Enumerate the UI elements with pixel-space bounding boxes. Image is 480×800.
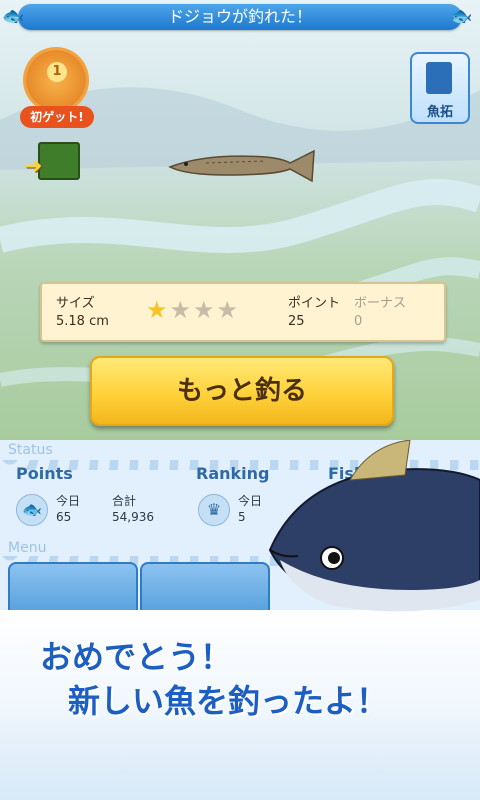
gyotaku-label: 魚拓 <box>426 105 453 120</box>
catch-title-bar: ドジョウが釣れた！ <box>18 4 462 30</box>
encyclopedia-button[interactable]: ➜ <box>24 138 80 182</box>
star-empty-icon: ★ <box>216 296 239 324</box>
size-label: サイズ <box>56 296 95 311</box>
total-label: 合計 <box>112 494 137 508</box>
rating-stars: ★★★★ <box>146 296 240 324</box>
tuna-fish-image <box>268 440 480 612</box>
fish-icon: 🐟 <box>2 6 25 27</box>
fish-more-label: もっと釣る <box>176 376 307 406</box>
total-points: 54,936 <box>112 510 154 524</box>
bonus-label: ボーナス <box>354 296 407 311</box>
star-filled-icon: ★ <box>146 296 168 324</box>
first-catch-badge: 1 初ゲット! <box>20 50 94 132</box>
today-label: 今日 <box>56 494 81 508</box>
catch-title: ドジョウが釣れた！ <box>167 7 312 26</box>
ranking-title: Ranking <box>196 464 270 483</box>
catch-info-panel: サイズ 5.18 cm ★★★★ ポイント 25 ボーナス 0 <box>40 282 446 342</box>
crown-icon: ♛ <box>198 494 230 526</box>
bottom-area <box>0 720 480 800</box>
star-empty-icon: ★ <box>193 296 215 324</box>
badge-label: 初ゲット! <box>20 106 94 128</box>
fish-icon: 🐟 <box>16 494 48 526</box>
game-screen: ドジョウが釣れた！ 🐟 🐟 1 初ゲット! ➜ 魚拓 サイズ 5.18 cm ★… <box>0 0 480 800</box>
book-icon <box>38 142 80 180</box>
congrats-line-1: おめでとう！ <box>40 638 233 676</box>
points-value: 25 <box>288 314 305 329</box>
ranking-today-value: 5 <box>238 510 246 524</box>
menu-section-title: Menu <box>8 540 47 556</box>
points-label: ポイント <box>288 296 341 311</box>
points-title: Points <box>16 464 73 483</box>
today-points: 65 <box>56 510 72 524</box>
bonus-value: 0 <box>354 314 363 329</box>
arrow-icon: ➜ <box>24 154 43 179</box>
star-empty-icon: ★ <box>169 296 192 324</box>
ranking-today-label: 今日 <box>238 494 263 508</box>
gyotaku-button[interactable]: 魚拓 <box>410 52 470 124</box>
fish-print-icon <box>426 62 452 94</box>
fish-icon: 🐟 <box>450 6 473 27</box>
congrats-line-2: 新しい魚を釣ったよ！ <box>68 682 389 720</box>
status-section-title: Status <box>8 442 53 458</box>
size-value: 5.18 cm <box>56 314 109 329</box>
fish-more-button[interactable]: もっと釣る <box>90 356 394 426</box>
loach-fish-image <box>168 149 315 183</box>
badge-number: 1 <box>47 62 67 82</box>
